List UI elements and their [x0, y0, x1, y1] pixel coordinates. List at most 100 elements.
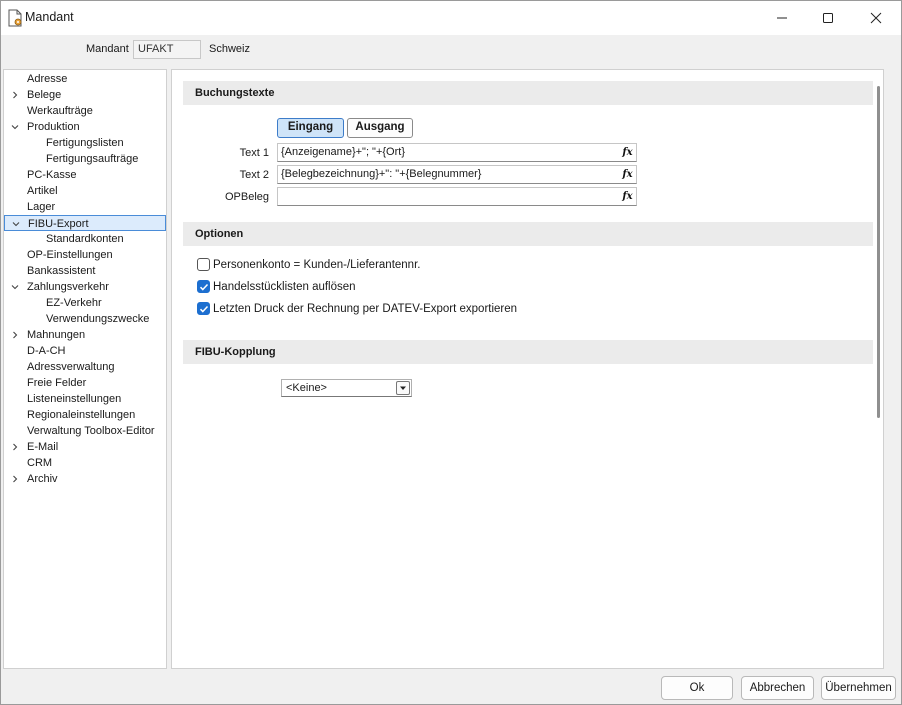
- chevron-right-icon[interactable]: [11, 443, 19, 451]
- chevron-down-icon[interactable]: [11, 283, 19, 291]
- tree-item-label: Fertigungsaufträge: [46, 153, 139, 165]
- tree-item[interactable]: Adresse: [4, 71, 166, 87]
- opbeleg-field[interactable]: fx: [277, 187, 637, 206]
- tree-item[interactable]: Freie Felder: [4, 375, 166, 391]
- fibu-export-panel: Buchungstexte Eingang Ausgang Text 1 {An…: [171, 69, 884, 669]
- tree-item[interactable]: Regionaleinstellungen: [4, 407, 166, 423]
- tree-item-label: E-Mail: [27, 441, 59, 453]
- tree-item-label: Regionaleinstellungen: [27, 409, 136, 421]
- tree-item-label: Adressverwaltung: [27, 361, 115, 373]
- tree-item[interactable]: Belege: [4, 87, 166, 103]
- formula-fx-icon[interactable]: fx: [620, 145, 635, 160]
- tree-item-label: PC-Kasse: [27, 169, 77, 181]
- dropdown-arrow-icon[interactable]: [396, 381, 410, 395]
- mandant-name: Schweiz: [209, 43, 250, 55]
- tree-item-label: Werkaufträge: [27, 105, 93, 117]
- tree-item-label: Mahnungen: [27, 329, 86, 341]
- tree-item[interactable]: Verwendungszwecke: [4, 311, 166, 327]
- checkbox[interactable]: [197, 258, 210, 271]
- tree-item-label: EZ-Verkehr: [46, 297, 102, 309]
- section-header-buchungstexte: Buchungstexte: [183, 81, 873, 105]
- tree-item-label: FIBU-Export: [28, 218, 89, 230]
- tree-item[interactable]: OP-Einstellungen: [4, 247, 166, 263]
- chevron-right-icon[interactable]: [11, 331, 19, 339]
- tree-item[interactable]: Mahnungen: [4, 327, 166, 343]
- tree-item[interactable]: Bankassistent: [4, 263, 166, 279]
- tree-item[interactable]: Produktion: [4, 119, 166, 135]
- option-label: Handelsstücklisten auflösen: [213, 281, 356, 293]
- tree-item-label: Archiv: [27, 473, 58, 485]
- section-header-optionen: Optionen: [183, 222, 873, 246]
- tree-item-label: Belege: [27, 89, 62, 101]
- checkbox-checked[interactable]: [197, 302, 210, 315]
- close-icon: [870, 12, 882, 24]
- tab-ausgang[interactable]: Ausgang: [347, 118, 413, 138]
- ok-button[interactable]: Ok: [661, 676, 733, 700]
- checkmark-icon: [199, 305, 209, 313]
- close-button[interactable]: [853, 1, 899, 35]
- tree-item-label: Freie Felder: [27, 377, 87, 389]
- text1-label: Text 1: [239, 147, 269, 159]
- tree-item[interactable]: PC-Kasse: [4, 167, 166, 183]
- apply-button[interactable]: Übernehmen: [821, 676, 896, 700]
- text2-field[interactable]: {Belegbezeichnung}+": "+{Belegnummer} fx: [277, 165, 637, 184]
- section-header-fibu-kopplung: FIBU-Kopplung: [183, 340, 873, 364]
- tree-item-label: Produktion: [27, 121, 80, 133]
- text2-label: Text 2: [239, 169, 269, 181]
- document-gear-icon: [7, 9, 23, 27]
- chevron-right-icon[interactable]: [11, 475, 19, 483]
- opbeleg-label: OPBeleg: [224, 191, 269, 203]
- tree-item[interactable]: D-A-CH: [4, 343, 166, 359]
- tree-item[interactable]: Standardkonten: [4, 231, 166, 247]
- formula-fx-icon[interactable]: fx: [620, 189, 635, 204]
- settings-tree[interactable]: Adresse Belege Werkaufträge Produktion Ferti…: [3, 69, 167, 669]
- mandant-header: Mandant UFAKT Schweiz: [1, 35, 901, 63]
- tree-item[interactable]: Artikel: [4, 183, 166, 199]
- tree-item[interactable]: Fertigungsaufträge: [4, 151, 166, 167]
- chevron-down-icon[interactable]: [11, 123, 19, 131]
- tab-eingang[interactable]: Eingang: [277, 118, 344, 138]
- minimize-button[interactable]: [759, 1, 805, 35]
- tree-item-label: Verwendungszwecke: [46, 313, 150, 325]
- chevron-right-icon[interactable]: [11, 91, 19, 99]
- option-label: Personenkonto = Kunden-/Lieferantennr.: [213, 259, 421, 271]
- tree-item-label: Fertigungslisten: [46, 137, 124, 149]
- tree-item[interactable]: FIBU-Export: [4, 215, 166, 231]
- tree-item-label: Adresse: [27, 73, 68, 85]
- tree-item[interactable]: Fertigungslisten: [4, 135, 166, 151]
- chevron-down-icon[interactable]: [12, 220, 20, 228]
- tree-item-label: Verwaltung Toolbox-Editor: [27, 425, 155, 437]
- maximize-button[interactable]: [805, 1, 851, 35]
- tree-item[interactable]: Verwaltung Toolbox-Editor: [4, 423, 166, 439]
- select-value: <Keine>: [286, 382, 327, 394]
- tree-item[interactable]: EZ-Verkehr: [4, 295, 166, 311]
- tree-item[interactable]: E-Mail: [4, 439, 166, 455]
- tree-item[interactable]: Listeneinstellungen: [4, 391, 166, 407]
- tree-item[interactable]: CRM: [4, 455, 166, 471]
- formula-fx-icon[interactable]: fx: [620, 167, 635, 182]
- vertical-scrollbar[interactable]: [877, 86, 880, 418]
- mandant-code-field: UFAKT: [133, 40, 201, 59]
- tree-item-label: Lager: [27, 201, 56, 213]
- checkbox-checked[interactable]: [197, 280, 210, 293]
- minimize-icon: [777, 17, 787, 19]
- option-label: Letzten Druck der Rechnung per DATEV-Exp…: [213, 303, 518, 315]
- maximize-icon: [823, 13, 833, 23]
- fibu-kopplung-select[interactable]: <Keine>: [281, 379, 412, 397]
- window-title: Mandant: [25, 10, 74, 24]
- tree-item-label: Listeneinstellungen: [27, 393, 122, 405]
- tree-item-label: Standardkonten: [46, 233, 124, 245]
- tree-item-label: Bankassistent: [27, 265, 96, 277]
- cancel-button[interactable]: Abbrechen: [741, 676, 814, 700]
- tree-item-label: CRM: [27, 457, 53, 469]
- text1-field[interactable]: {Anzeigename}+"; "+{Ort} fx: [277, 143, 637, 162]
- tree-item[interactable]: Zahlungsverkehr: [4, 279, 166, 295]
- tree-item-label: D-A-CH: [27, 345, 66, 357]
- tree-item[interactable]: Adressverwaltung: [4, 359, 166, 375]
- text1-value: {Anzeigename}+"; "+{Ort}: [281, 146, 406, 158]
- tree-item[interactable]: Lager: [4, 199, 166, 215]
- title-bar[interactable]: Mandant: [1, 1, 901, 35]
- tree-item[interactable]: Archiv: [4, 471, 166, 487]
- tree-item[interactable]: Werkaufträge: [4, 103, 166, 119]
- tree-item-label: OP-Einstellungen: [27, 249, 113, 261]
